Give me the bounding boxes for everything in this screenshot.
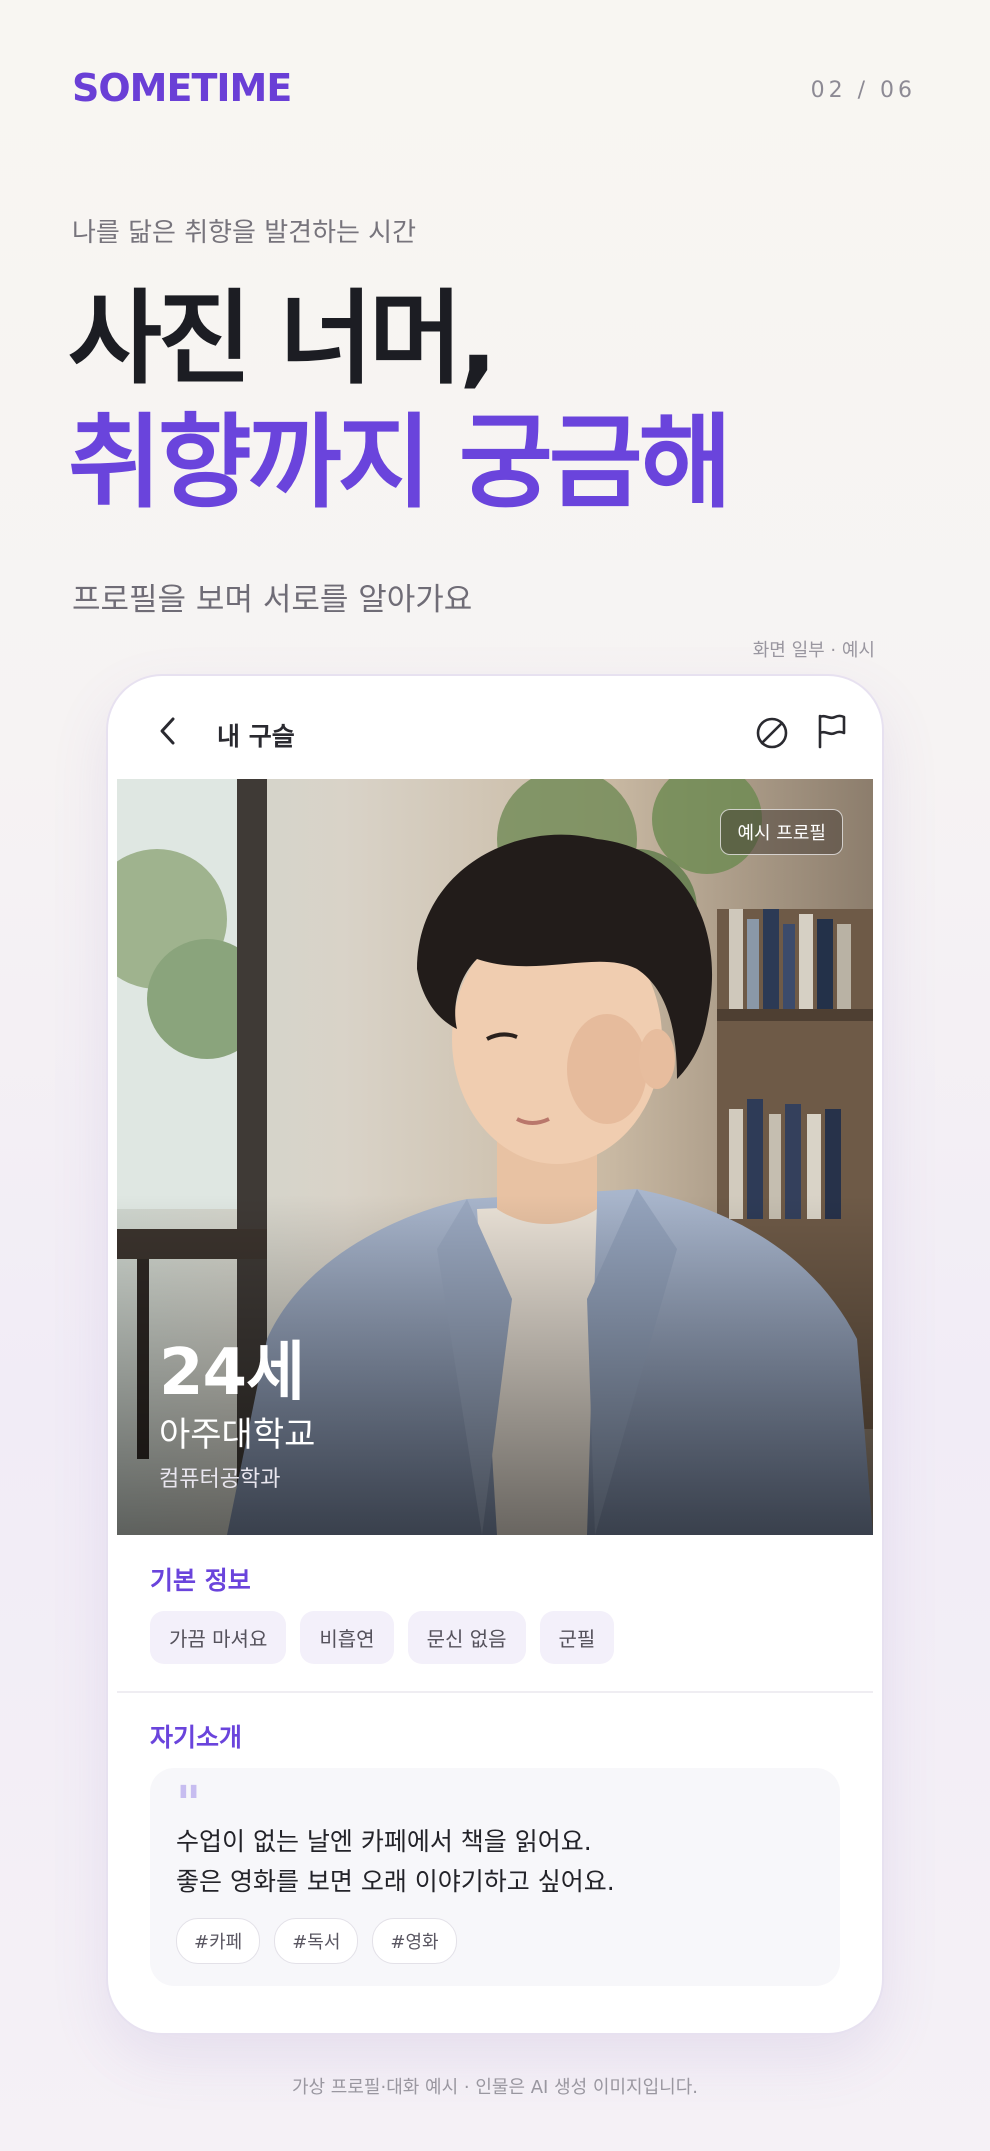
info-chip: 가끔 마셔요 xyxy=(150,1611,287,1664)
intro-card: " 수업이 없는 날엔 카페에서 책을 읽어요. 좋은 영화를 보면 오래 이야… xyxy=(150,1768,840,1986)
info-chip: 문신 없음 xyxy=(407,1611,526,1664)
block-button[interactable] xyxy=(753,714,791,752)
intro-line-1: 수업이 없는 날엔 카페에서 책을 읽어요. xyxy=(176,1827,592,1856)
headline-line-1: 사진 너머, xyxy=(68,280,498,399)
section-divider xyxy=(117,1691,873,1693)
hashtag-row: #카페 #독서 #영화 xyxy=(176,1918,457,1964)
headline: 사진 너머, 취향까지 궁금해 xyxy=(68,278,732,526)
hashtag-chip[interactable]: #독서 xyxy=(274,1918,359,1964)
headline-line-2: 취향까지 궁금해 xyxy=(68,404,732,523)
app-topbar: 내 구슬 xyxy=(117,685,873,779)
screen-note: 화면 일부 · 예시 xyxy=(752,640,875,661)
basic-info-chips: 가끔 마셔요 비흡연 문신 없음 군필 xyxy=(150,1611,615,1664)
intro-title: 자기소개 xyxy=(150,1723,243,1752)
topbar-title: 내 구슬 xyxy=(217,722,295,751)
intro-text: 수업이 없는 날엔 카페에서 책을 읽어요. 좋은 영화를 보면 오래 이야기하… xyxy=(176,1822,615,1902)
report-button[interactable] xyxy=(813,711,849,751)
chevron-left-icon xyxy=(160,717,175,745)
info-chip: 군필 xyxy=(539,1611,615,1664)
hashtag-chip[interactable]: #영화 xyxy=(372,1918,457,1964)
back-button[interactable] xyxy=(151,713,187,749)
profile-school: 아주대학교 xyxy=(159,1415,316,1455)
phone-mockup: 내 구슬 예시 프로필 24세 아주대학교 컴퓨터공학과 기본 정보 가끔 마셔… xyxy=(108,676,882,2033)
page-counter: 02 / 06 xyxy=(810,78,916,103)
block-circle-icon xyxy=(756,717,788,749)
subline-text: 프로필을 보며 서로를 알아가요 xyxy=(72,582,473,618)
profile-major: 컴퓨터공학과 xyxy=(159,1467,281,1492)
profile-photo[interactable]: 예시 프로필 24세 아주대학교 컴퓨터공학과 xyxy=(117,779,873,1535)
profile-age: 24세 xyxy=(159,1336,305,1410)
hashtag-chip[interactable]: #카페 xyxy=(176,1918,261,1964)
info-chip: 비흡연 xyxy=(300,1611,394,1664)
sample-profile-badge: 예시 프로필 xyxy=(720,809,843,855)
flag-icon xyxy=(818,714,846,749)
brand-logo: SOMETIME xyxy=(72,66,292,110)
footer-disclaimer: 가상 프로필·대화 예시 · 인물은 AI 생성 이미지입니다. xyxy=(291,2077,699,2098)
eyebrow-text: 나를 닮은 취향을 발견하는 시간 xyxy=(72,218,417,248)
intro-line-2: 좋은 영화를 보면 오래 이야기하고 싶어요. xyxy=(176,1867,615,1896)
basic-info-title: 기본 정보 xyxy=(150,1566,251,1595)
